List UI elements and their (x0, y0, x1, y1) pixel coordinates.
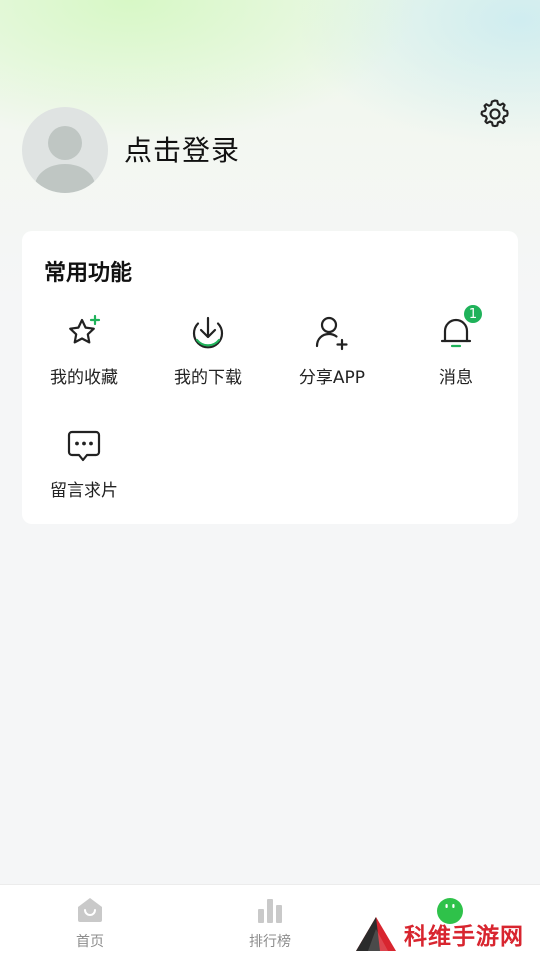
tab-home[interactable]: 首页 (0, 885, 180, 960)
feature-messages[interactable]: 1 消息 (394, 303, 518, 413)
tab-ranking[interactable]: 排行榜 (180, 885, 360, 960)
bell-icon: 1 (436, 303, 484, 353)
watermark: 科维手游网 (354, 913, 540, 955)
login-prompt[interactable]: 点击登录 (124, 132, 240, 170)
bar-chart-icon (255, 895, 285, 925)
card-title: 常用功能 (44, 261, 133, 286)
watermark-logo-icon (356, 917, 396, 951)
unread-badge: 1 (462, 303, 484, 325)
tab-label: 排行榜 (249, 934, 291, 950)
feature-favorites[interactable]: 我的收藏 (22, 313, 146, 413)
feature-request-movie[interactable]: 留言求片 (22, 426, 146, 526)
common-features-card: 常用功能 我的收藏 我的下载 分享APP 1 消息 留言求片 (22, 231, 518, 524)
feature-label: 分享APP (298, 368, 366, 388)
feature-label: 消息 (439, 368, 473, 388)
feature-label: 留言求片 (50, 481, 118, 501)
star-icon (64, 313, 104, 353)
feature-downloads[interactable]: 我的下载 (146, 313, 270, 413)
add-user-icon (312, 313, 352, 353)
download-icon (188, 313, 228, 353)
watermark-text: 科维手游网 (404, 924, 524, 950)
settings-button[interactable] (477, 96, 513, 132)
user-avatar-icon (35, 126, 95, 193)
feature-label: 我的收藏 (50, 368, 118, 388)
feature-label: 我的下载 (174, 368, 242, 388)
home-icon (75, 895, 105, 925)
avatar[interactable] (22, 107, 108, 193)
tab-label: 首页 (76, 934, 104, 950)
gear-icon (480, 99, 509, 128)
feature-share-app[interactable]: 分享APP (270, 313, 394, 413)
chat-icon (64, 426, 104, 466)
